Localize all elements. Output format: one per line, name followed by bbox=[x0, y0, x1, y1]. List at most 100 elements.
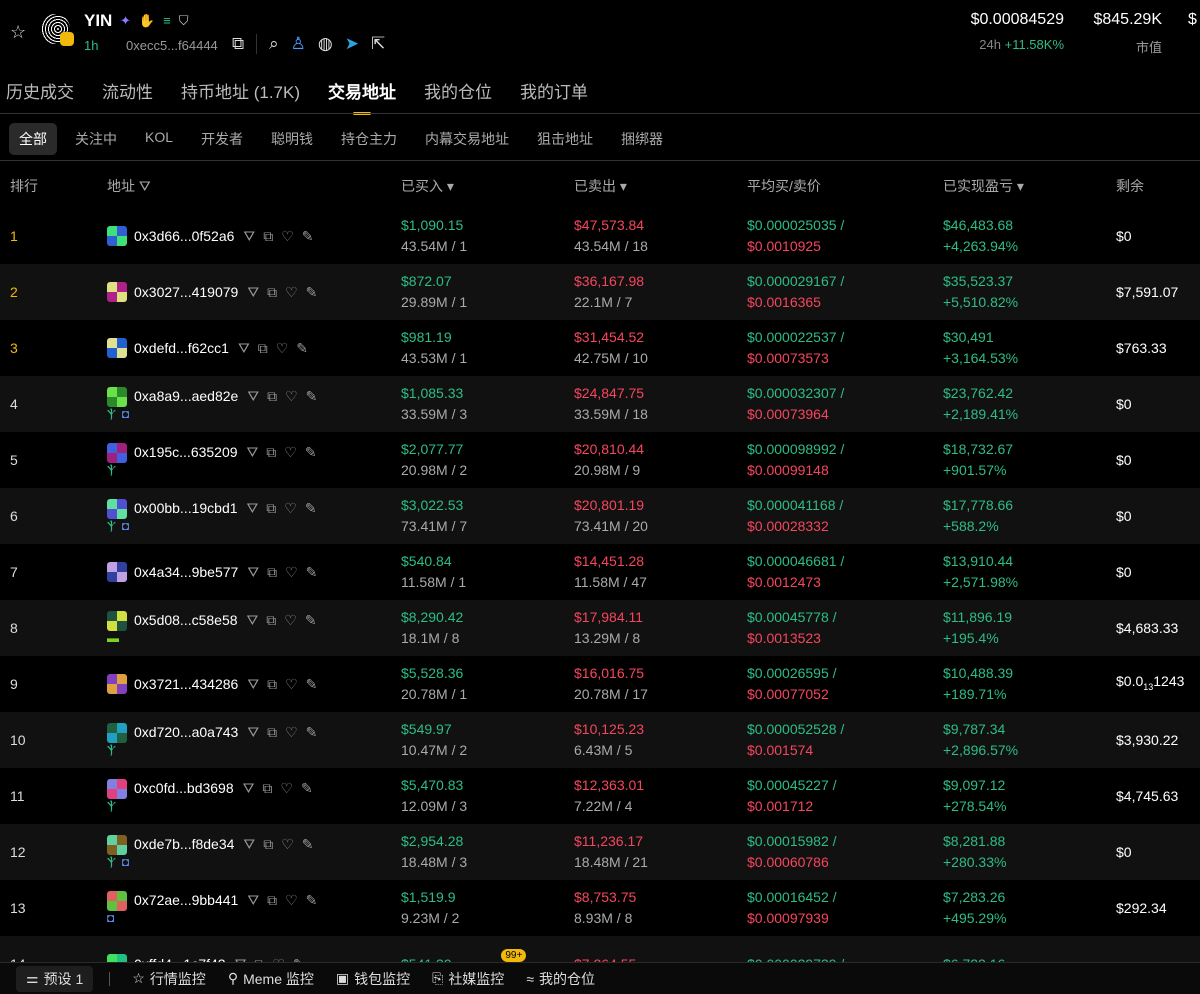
filter-chip-3[interactable]: 开发者 bbox=[191, 123, 253, 155]
copy-icon[interactable]: ⧉ bbox=[267, 890, 277, 911]
wallet-address[interactable]: 0xdefd...f62cc1 bbox=[134, 338, 229, 359]
heart-icon[interactable]: ♡ bbox=[285, 386, 298, 407]
filter-chip-7[interactable]: 狙击地址 bbox=[527, 123, 603, 155]
copy-icon[interactable]: ⧉ bbox=[267, 386, 277, 407]
filter-icon[interactable]: ⛛ bbox=[235, 954, 247, 963]
column-sold[interactable]: 已卖出 ▾ bbox=[574, 176, 627, 196]
heart-icon[interactable]: ♡ bbox=[284, 442, 297, 463]
tab-5[interactable]: 我的订单 bbox=[520, 78, 588, 103]
wallet-address[interactable]: 0xa8a9...aed82e bbox=[134, 386, 238, 407]
copy-icon[interactable]: ⧉ bbox=[263, 226, 273, 247]
wallet-avatar[interactable] bbox=[107, 226, 127, 246]
copy-icon[interactable]: ⧉ bbox=[254, 954, 264, 963]
edit-icon[interactable]: ✎ bbox=[301, 778, 313, 799]
copy-icon[interactable]: ⧉ bbox=[267, 282, 277, 303]
wallet-avatar[interactable] bbox=[107, 954, 127, 962]
heart-icon[interactable]: ♡ bbox=[280, 778, 293, 799]
bottom-item-2[interactable]: ▣ 钱包监控 bbox=[336, 969, 410, 989]
filter-icon[interactable]: ⛛ bbox=[247, 282, 259, 303]
external-link-icon[interactable]: ⇱ bbox=[371, 34, 385, 54]
user-icon[interactable]: ♙ bbox=[291, 34, 306, 54]
heart-icon[interactable]: ♡ bbox=[281, 226, 294, 247]
column-bought[interactable]: 已买入 ▾ bbox=[401, 176, 454, 196]
contract-address[interactable]: 0xecc5...f64444 bbox=[126, 38, 218, 53]
wallet-avatar[interactable] bbox=[107, 778, 127, 799]
tab-4[interactable]: 我的仓位 bbox=[424, 78, 492, 103]
heart-icon[interactable]: ♡ bbox=[285, 562, 298, 583]
wallet-address[interactable]: 0x3721...434286 bbox=[134, 674, 238, 695]
heart-icon[interactable]: ♡ bbox=[285, 722, 298, 743]
wallet-address[interactable]: 0x195c...635209 bbox=[134, 442, 238, 463]
heart-icon[interactable]: ♡ bbox=[284, 610, 297, 631]
copy-icon[interactable]: ⧉ bbox=[266, 442, 276, 463]
bottom-item-1[interactable]: ⚲ Meme 监控 bbox=[228, 969, 314, 989]
heart-icon[interactable]: ♡ bbox=[284, 498, 297, 519]
heart-icon[interactable]: ♡ bbox=[285, 282, 298, 303]
edit-icon[interactable]: ✎ bbox=[305, 610, 317, 631]
wallet-avatar[interactable] bbox=[107, 338, 127, 358]
wallet-avatar[interactable] bbox=[107, 282, 127, 302]
filter-icon[interactable]: ⛛ bbox=[243, 778, 255, 799]
copy-icon[interactable]: ⧉ bbox=[267, 674, 277, 695]
edit-icon[interactable]: ✎ bbox=[306, 282, 318, 303]
preset-button[interactable]: ⚌ 预设 1 bbox=[16, 965, 94, 992]
wallet-avatar[interactable] bbox=[107, 498, 127, 519]
wallet-avatar[interactable] bbox=[107, 834, 127, 855]
filter-icon[interactable]: ⛛ bbox=[247, 674, 259, 695]
edit-icon[interactable]: ✎ bbox=[305, 498, 317, 519]
telegram-icon[interactable]: ➤ bbox=[345, 34, 359, 54]
wallet-address[interactable]: 0xde7b...f8de34 bbox=[134, 834, 234, 855]
bottom-item-4[interactable]: ≈ 我的仓位 bbox=[526, 969, 595, 989]
edit-icon[interactable]: ✎ bbox=[306, 386, 318, 407]
heart-icon[interactable]: ♡ bbox=[285, 890, 298, 911]
edit-icon[interactable]: ✎ bbox=[293, 954, 305, 963]
tab-2[interactable]: 持币地址 (1.7K) bbox=[181, 78, 300, 103]
filter-icon[interactable]: ⛛ bbox=[243, 226, 255, 247]
wallet-avatar[interactable] bbox=[107, 610, 127, 631]
filter-icon[interactable]: ⛛ bbox=[247, 610, 259, 631]
edit-icon[interactable]: ✎ bbox=[302, 226, 314, 247]
copy-icon[interactable]: ⧉ bbox=[262, 778, 272, 799]
filter-chip-0[interactable]: 全部 bbox=[9, 123, 57, 155]
wallet-address[interactable]: 0x00bb...19cbd1 bbox=[134, 498, 238, 519]
copy-icon[interactable]: ⧉ bbox=[263, 834, 273, 855]
edit-icon[interactable]: ✎ bbox=[306, 562, 318, 583]
copy-icon[interactable]: ⧉ bbox=[267, 562, 277, 583]
filter-icon[interactable]: ⛛ bbox=[247, 442, 259, 463]
filter-icon[interactable]: ⛛ bbox=[139, 178, 151, 194]
edit-icon[interactable]: ✎ bbox=[306, 722, 318, 743]
wallet-address[interactable]: 0x5d08...c58e58 bbox=[134, 610, 238, 631]
copy-icon[interactable]: ⧉ bbox=[266, 498, 276, 519]
tab-0[interactable]: 历史成交 bbox=[6, 78, 74, 103]
filter-icon[interactable]: ⛛ bbox=[243, 834, 255, 855]
wallet-address[interactable]: 0x4a34...9be577 bbox=[134, 562, 238, 583]
wallet-address[interactable]: 0x3027...419079 bbox=[134, 282, 238, 303]
heart-icon[interactable]: ♡ bbox=[285, 674, 298, 695]
filter-chip-6[interactable]: 内幕交易地址 bbox=[415, 123, 519, 155]
wallet-avatar[interactable] bbox=[107, 890, 127, 911]
wallet-avatar[interactable] bbox=[107, 722, 127, 743]
wallet-avatar[interactable] bbox=[107, 442, 127, 463]
filter-icon[interactable]: ⛛ bbox=[247, 562, 259, 583]
filter-chip-4[interactable]: 聪明钱 bbox=[261, 123, 323, 155]
filter-icon[interactable]: ⛛ bbox=[247, 722, 259, 743]
filter-chip-2[interactable]: KOL bbox=[135, 123, 183, 155]
favorite-star-icon[interactable]: ☆ bbox=[10, 22, 26, 43]
bottom-item-0[interactable]: ☆ 行情监控 bbox=[132, 969, 206, 989]
heart-icon[interactable]: ♡ bbox=[276, 338, 289, 359]
wallet-address[interactable]: 0xffd4...1c7f42 bbox=[134, 954, 226, 963]
edit-icon[interactable]: ✎ bbox=[306, 674, 318, 695]
heart-icon[interactable]: ♡ bbox=[281, 834, 294, 855]
wallet-avatar[interactable] bbox=[107, 386, 127, 407]
tab-3[interactable]: 交易地址 bbox=[328, 78, 396, 115]
website-icon[interactable]: ◍ bbox=[318, 34, 333, 54]
heart-icon[interactable]: ♡ bbox=[272, 954, 285, 963]
filter-icon[interactable]: ⛛ bbox=[247, 498, 259, 519]
edit-icon[interactable]: ✎ bbox=[306, 890, 318, 911]
filter-chip-8[interactable]: 捆绑器 bbox=[611, 123, 673, 155]
copy-icon[interactable]: ⧉ bbox=[266, 610, 276, 631]
wallet-address[interactable]: 0xc0fd...bd3698 bbox=[134, 778, 234, 799]
tab-1[interactable]: 流动性 bbox=[102, 78, 153, 103]
wallet-address[interactable]: 0xd720...a0a743 bbox=[134, 722, 238, 743]
search-icon[interactable]: ⌕ bbox=[269, 34, 279, 54]
